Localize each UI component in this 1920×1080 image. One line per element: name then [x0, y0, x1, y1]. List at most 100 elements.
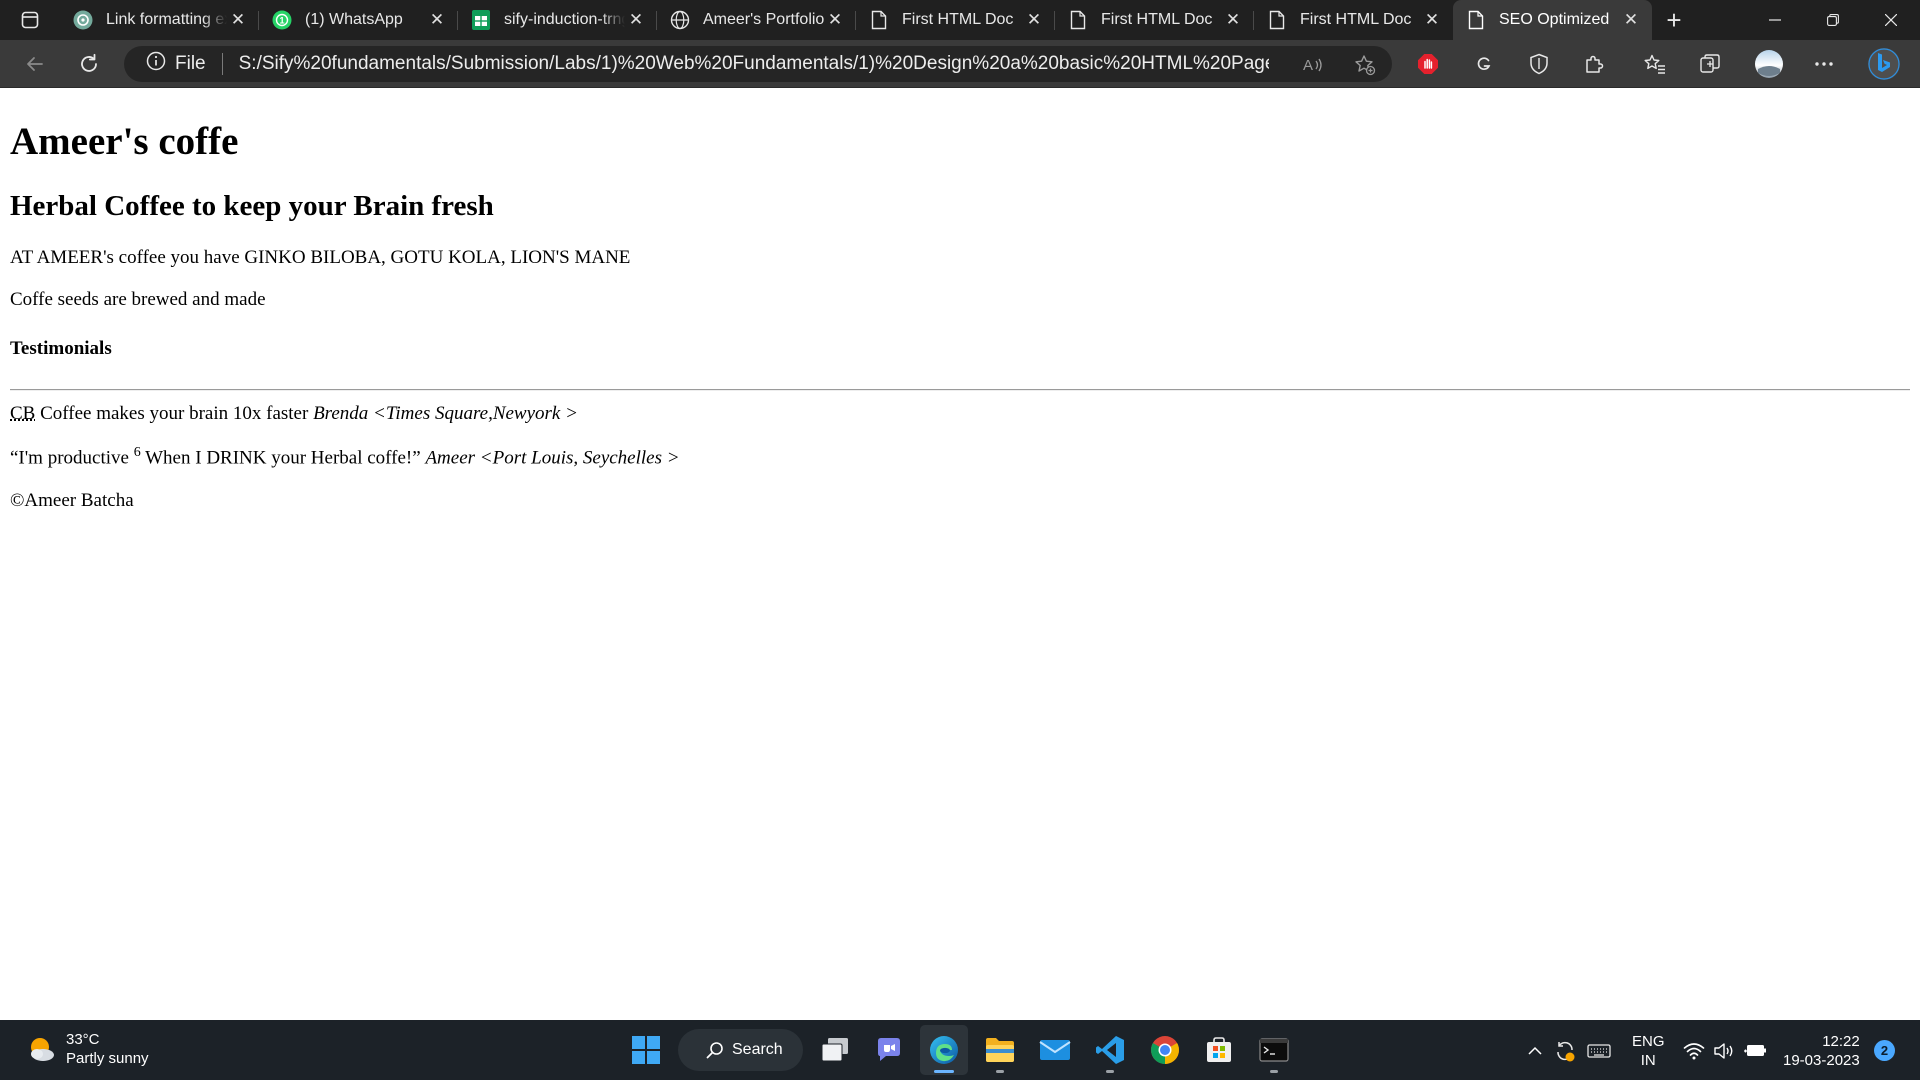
file-explorer-button[interactable]	[976, 1025, 1024, 1075]
tab-2[interactable]: sify-induction-trng ✕	[458, 0, 657, 40]
system-clock[interactable]: 12:22 19-03-2023	[1783, 1032, 1860, 1070]
back-arrow-icon	[27, 57, 43, 71]
chatgpt-icon	[72, 9, 94, 31]
tab-1[interactable]: 1 (1) WhatsApp ✕	[259, 0, 458, 40]
page-title: Ameer's coffe	[10, 120, 239, 163]
clock-time: 12:22	[1822, 1033, 1860, 1050]
running-app-indicator	[1106, 1070, 1114, 1073]
vscode-icon	[1096, 1036, 1124, 1064]
google-sheets-icon	[470, 9, 492, 31]
close-window-button[interactable]	[1862, 0, 1920, 40]
url-separator	[221, 53, 223, 75]
wifi-icon	[1683, 1043, 1705, 1060]
testimonial-text: Coffee makes your brain 10x faster	[35, 402, 314, 424]
web-page-content: Ameer's coffe Herbal Coffee to keep your…	[0, 89, 1920, 1020]
microsoft-store-button[interactable]	[1195, 1025, 1243, 1075]
tab-5[interactable]: First HTML Doc ✕	[1055, 0, 1254, 40]
active-app-indicator	[934, 1070, 954, 1073]
abbreviation: CB	[10, 402, 36, 424]
battery-status[interactable]	[1742, 1038, 1768, 1064]
superscript: 6	[133, 445, 141, 461]
tab-4[interactable]: First HTML Doc ✕	[856, 0, 1055, 40]
weather-widget[interactable]: 33°C Partly sunny	[26, 1030, 149, 1068]
taskbar-search[interactable]: Search	[678, 1029, 803, 1071]
collections-button[interactable]	[1692, 46, 1728, 82]
refresh-icon	[81, 53, 97, 72]
info-icon[interactable]	[146, 51, 166, 77]
tab-title: sify-induction-trng	[504, 11, 625, 28]
grammarly-button[interactable]	[1466, 46, 1502, 82]
vscode-button[interactable]	[1086, 1025, 1134, 1075]
close-icon[interactable]: ✕	[1421, 9, 1443, 31]
close-icon[interactable]: ✕	[1023, 9, 1045, 31]
tab-6[interactable]: First HTML Doc ✕	[1254, 0, 1453, 40]
mail-icon	[1039, 1040, 1071, 1060]
chrome-button[interactable]	[1141, 1025, 1189, 1075]
new-tab-button[interactable]: +	[1652, 0, 1696, 40]
tab-title: First HTML Doc	[1300, 11, 1412, 28]
sync-tray-button[interactable]	[1552, 1038, 1578, 1064]
language-region: IN	[1640, 1052, 1656, 1069]
extensions-button[interactable]	[1576, 46, 1612, 82]
tab-actions-button[interactable]	[0, 0, 60, 40]
terminal-button[interactable]	[1250, 1025, 1298, 1075]
tab-title: Link formatting ex	[106, 11, 227, 28]
testimonial-citation: Brenda <Times Square,Newyork >	[313, 402, 578, 424]
minimize-button[interactable]	[1746, 0, 1804, 40]
windows-taskbar: 33°C Partly sunny Search ENG IN 12:22 19…	[0, 1020, 1920, 1080]
weather-condition: Partly sunny	[66, 1050, 149, 1067]
partly-sunny-icon	[31, 1038, 54, 1061]
profile-button[interactable]	[1749, 44, 1789, 84]
extension-stop-button[interactable]	[1410, 46, 1446, 82]
clock-date: 19-03-2023	[1783, 1052, 1860, 1069]
touch-keyboard-button[interactable]	[1586, 1038, 1612, 1064]
whatsapp-icon: 1	[271, 9, 293, 31]
edge-taskbar-button[interactable]	[920, 1025, 968, 1075]
tab-0[interactable]: Link formatting ex ✕	[60, 0, 259, 40]
url-text[interactable]: S:/Sify%20fundamentals/Submission/Labs/1…	[239, 53, 1269, 75]
close-icon[interactable]: ✕	[1620, 9, 1642, 31]
tab-title: First HTML Doc	[1101, 11, 1213, 28]
stop-hand-icon	[1418, 54, 1438, 74]
teams-chat-button[interactable]	[865, 1025, 913, 1075]
read-aloud-icon[interactable]: A	[1300, 52, 1326, 78]
task-view-button[interactable]	[811, 1025, 859, 1075]
volume-status[interactable]	[1711, 1038, 1737, 1064]
close-icon[interactable]: ✕	[625, 9, 647, 31]
tab-title: SEO Optimized	[1499, 11, 1610, 28]
close-icon[interactable]: ✕	[1222, 9, 1244, 31]
tab-7-active[interactable]: SEO Optimized ✕	[1453, 0, 1652, 40]
restore-button[interactable]	[1804, 0, 1862, 40]
address-bar[interactable]: File S:/Sify%20fundamentals/Submission/L…	[124, 46, 1392, 82]
battery-charging-icon	[1744, 1045, 1766, 1056]
brave-shield-button[interactable]	[1521, 46, 1557, 82]
task-view-icon	[821, 1038, 848, 1062]
mail-button[interactable]	[1031, 1025, 1079, 1075]
back-button[interactable]	[17, 46, 53, 82]
file-icon	[868, 9, 890, 31]
browser-toolbar: File S:/Sify%20fundamentals/Submission/L…	[0, 40, 1920, 115]
favorites-button[interactable]	[1637, 46, 1673, 82]
wifi-status[interactable]	[1681, 1038, 1707, 1064]
tab-title: (1) WhatsApp	[305, 11, 403, 28]
notification-badge[interactable]: 2	[1874, 1040, 1895, 1061]
page-subtitle: Herbal Coffee to keep your Brain fresh	[10, 189, 494, 222]
bing-copilot-button[interactable]	[1864, 44, 1904, 84]
file-icon	[1465, 9, 1487, 31]
puzzle-icon	[1586, 55, 1604, 73]
refresh-button[interactable]	[71, 46, 107, 82]
terminal-icon	[1259, 1038, 1289, 1062]
start-button[interactable]	[622, 1025, 670, 1075]
input-language-indicator[interactable]: ENG IN	[1632, 1032, 1665, 1070]
shield-icon	[1530, 53, 1548, 75]
tab-3[interactable]: Ameer's Portfolio ✕	[657, 0, 856, 40]
settings-more-button[interactable]	[1806, 46, 1842, 82]
show-hidden-icons-button[interactable]	[1522, 1038, 1548, 1064]
close-icon[interactable]: ✕	[426, 9, 448, 31]
close-icon[interactable]: ✕	[824, 9, 846, 31]
add-favorite-icon[interactable]	[1352, 52, 1378, 78]
close-icon[interactable]: ✕	[227, 9, 249, 31]
globe-icon	[669, 9, 691, 31]
search-label: Search	[732, 1041, 783, 1058]
testimonials-heading: Testimonials	[10, 337, 112, 359]
